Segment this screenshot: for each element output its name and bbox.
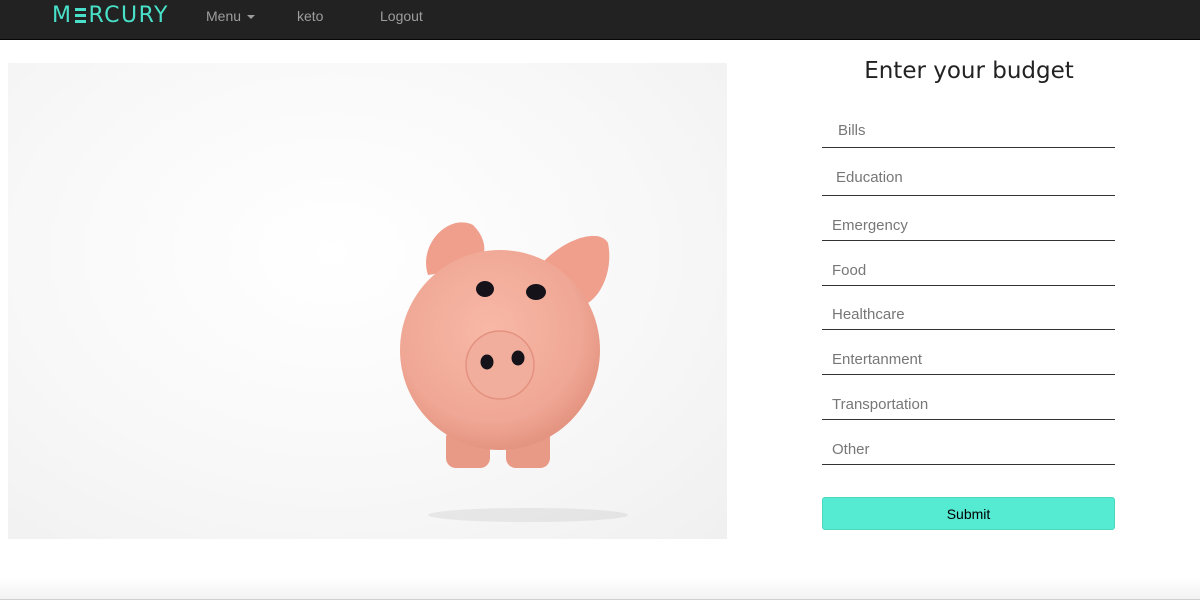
bills-input[interactable] bbox=[838, 113, 1115, 147]
caret-down-icon bbox=[247, 15, 256, 20]
bills-field bbox=[822, 113, 1115, 148]
food-field bbox=[822, 256, 1115, 286]
other-field bbox=[822, 435, 1115, 465]
transportation-input[interactable] bbox=[832, 390, 1115, 419]
menu-dropdown[interactable]: Menu bbox=[206, 8, 256, 24]
other-input[interactable] bbox=[832, 435, 1115, 464]
emergency-field bbox=[822, 211, 1115, 241]
brand-logo-part-1: M bbox=[52, 2, 73, 28]
form-title: Enter your budget bbox=[864, 58, 1074, 84]
piggy-bank-image bbox=[8, 63, 727, 539]
nav-user-link[interactable]: keto bbox=[297, 8, 323, 24]
brand-logo[interactable]: M RCURY bbox=[52, 2, 169, 28]
navbar: M RCURY Menu keto Logout bbox=[0, 0, 1200, 40]
transportation-field bbox=[822, 390, 1115, 420]
footer-shadow bbox=[0, 578, 1200, 600]
healthcare-field bbox=[822, 300, 1115, 330]
entertainment-field bbox=[822, 345, 1115, 375]
emergency-input[interactable] bbox=[832, 211, 1115, 240]
healthcare-input[interactable] bbox=[832, 300, 1115, 329]
logout-link[interactable]: Logout bbox=[380, 8, 423, 24]
submit-button[interactable]: Submit bbox=[822, 497, 1115, 530]
entertainment-input[interactable] bbox=[832, 345, 1115, 374]
food-input[interactable] bbox=[832, 256, 1115, 285]
brand-logo-part-2: RCURY bbox=[88, 2, 169, 28]
menu-label: Menu bbox=[206, 8, 242, 24]
education-field bbox=[822, 160, 1115, 196]
brand-e-icon bbox=[73, 6, 87, 24]
piggy-bank-icon bbox=[400, 222, 610, 468]
education-input[interactable] bbox=[836, 160, 1115, 195]
